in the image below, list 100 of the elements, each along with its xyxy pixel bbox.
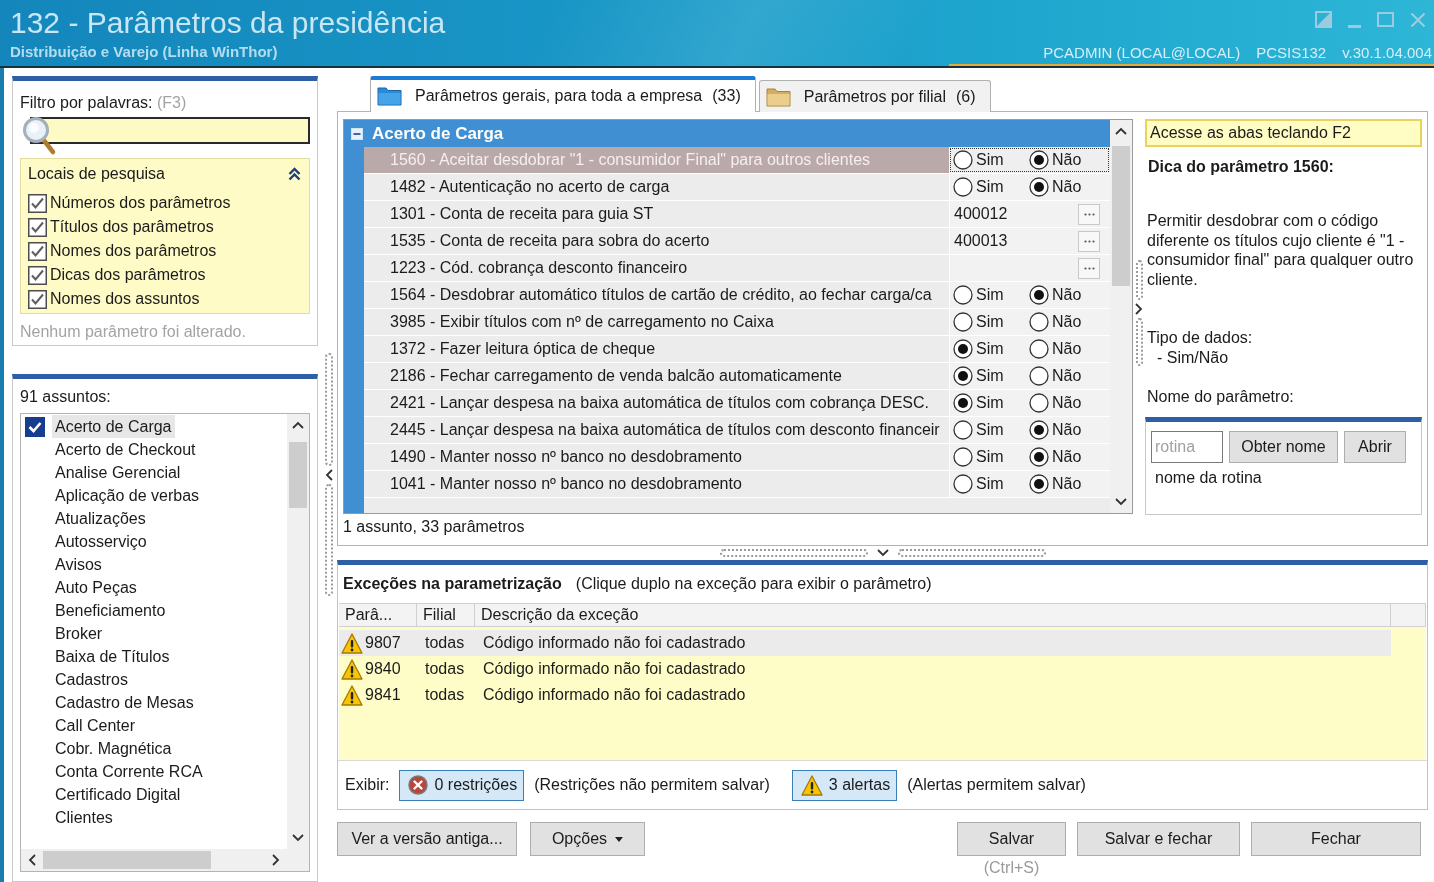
subject-item[interactable]: Cadastros — [52, 668, 131, 691]
radio-button[interactable] — [953, 339, 973, 359]
parameter-row[interactable]: 1564 - Desdobrar automático títulos de cartão de crédito, ao fechar carga/ca Sim Não — [364, 282, 1110, 309]
splitter-grip[interactable] — [324, 484, 333, 596]
splitter-grip[interactable] — [1135, 260, 1143, 300]
tab[interactable]: Parâmetros gerais, para toda a empresa (33) — [370, 76, 756, 112]
splitter-grip[interactable] — [898, 549, 1046, 557]
get-name-button[interactable]: Obter nome — [1229, 430, 1338, 463]
radio-button[interactable] — [953, 393, 973, 413]
chevron-up-icon[interactable] — [292, 421, 304, 429]
parameter-row[interactable]: 1372 - Fazer leitura óptica de cheque Sim Não — [364, 336, 1110, 363]
double-chevron-up-icon[interactable] — [288, 167, 301, 181]
options-menu-button[interactable]: Opções — [530, 822, 645, 856]
subject-item[interactable]: Cadastro de Mesas — [52, 691, 197, 714]
checkbox[interactable] — [28, 193, 47, 213]
parameter-row[interactable]: 1482 - Autenticação no acerto de carga Sim Não — [364, 174, 1110, 201]
checkbox[interactable] — [25, 416, 45, 437]
chevron-right-icon[interactable] — [272, 854, 280, 866]
radio-button[interactable] — [1029, 339, 1049, 359]
checkbox[interactable] — [28, 241, 47, 261]
scrollbar[interactable] — [1110, 120, 1132, 513]
parameter-row[interactable]: 1535 - Conta de receita para sobra do acerto 400013 — [364, 228, 1110, 255]
parameter-row[interactable]: 2186 - Fechar carregamento de venda balcão automaticamente Sim Não — [364, 363, 1110, 390]
parameter-row[interactable]: 1560 - Aceitar desdobrar "1 - consumidor Final" para outros clientes Sim Não — [364, 147, 1110, 174]
radio-button[interactable] — [1029, 177, 1049, 197]
scrollbar[interactable] — [21, 849, 287, 871]
chevron-up-icon[interactable] — [1115, 127, 1127, 135]
parameter-row[interactable]: 3985 - Exibir títulos com nº de carregamento no Caixa Sim Não — [364, 309, 1110, 336]
parameter-row[interactable]: 1041 - Manter nosso nº banco no desdobramento Sim Não — [364, 471, 1110, 498]
scrollbar[interactable] — [287, 414, 309, 849]
chevron-left-icon[interactable] — [324, 469, 333, 481]
subject-item[interactable]: Baixa de Títulos — [52, 645, 173, 668]
parameter-row[interactable]: 1301 - Conta de receita para guia ST 400012 — [364, 201, 1110, 228]
subject-item[interactable]: Avisos — [52, 553, 105, 576]
subject-item[interactable]: Analise Gerencial — [52, 461, 184, 484]
subject-item[interactable]: Autosserviço — [52, 530, 150, 553]
chevron-right-icon[interactable] — [1135, 303, 1143, 315]
radio-button[interactable] — [1029, 393, 1049, 413]
parameter-row[interactable]: 1223 - Cód. cobrança desconto financeiro — [364, 255, 1110, 282]
parameter-row[interactable]: 1490 - Manter nosso nº banco no desdobramento Sim Não — [364, 444, 1110, 471]
subject-item[interactable]: Clientes — [52, 806, 116, 829]
search-field[interactable] — [30, 117, 310, 144]
exception-row[interactable]: 9841 todas Código informado não foi cadastrado — [339, 682, 1391, 708]
subject-item[interactable]: Atualizações — [52, 507, 149, 530]
subject-item[interactable]: Call Center — [52, 714, 139, 737]
radio-button[interactable] — [953, 420, 973, 440]
radio-button[interactable] — [953, 177, 973, 197]
subject-item[interactable]: Acerto de Carga — [52, 415, 175, 438]
subject-item[interactable]: Conta Corrente RCA — [52, 760, 206, 783]
parameter-row[interactable]: 2445 - Lançar despesa na baixa automática de títulos com desconto financeir Sim Não — [364, 417, 1110, 444]
radio-button[interactable] — [953, 312, 973, 332]
chevron-down-icon[interactable] — [292, 834, 304, 842]
close-button[interactable]: Fechar — [1251, 822, 1421, 856]
subject-item[interactable]: Acerto de Checkout — [52, 438, 199, 461]
radio-button[interactable] — [1029, 312, 1049, 332]
radio-button[interactable] — [953, 447, 973, 467]
subject-item[interactable]: Aplicação de verbas — [52, 484, 203, 507]
splitter-grip[interactable] — [324, 353, 333, 466]
scrollbar-thumb[interactable] — [1112, 146, 1130, 286]
subject-item[interactable]: Beneficiamento — [52, 599, 169, 622]
chevron-down-icon[interactable] — [1115, 498, 1127, 506]
checkbox[interactable] — [28, 265, 47, 285]
routine-field[interactable]: rotina — [1151, 430, 1223, 463]
parameter-row[interactable]: 2421 - Lançar despesa na baixa automática de títulos com cobrança DESC. Sim Não — [364, 390, 1110, 417]
radio-button[interactable] — [1029, 420, 1049, 440]
radio-button[interactable] — [1029, 285, 1049, 305]
chevron-left-icon[interactable] — [28, 854, 36, 866]
scrollbar-thumb[interactable] — [289, 442, 307, 508]
minus-box-icon[interactable] — [351, 127, 363, 140]
scrollbar-thumb[interactable] — [43, 851, 211, 869]
radio-button[interactable] — [953, 474, 973, 494]
radio-button[interactable] — [1029, 150, 1049, 170]
filter-toggle-button[interactable]: 3 alertas — [791, 769, 898, 801]
old-version-button[interactable]: Ver a versão antiga... — [337, 822, 517, 856]
column-header[interactable]: Descrição da exceção — [475, 604, 1391, 626]
splitter-grip[interactable] — [1135, 318, 1143, 366]
subject-item[interactable]: Broker — [52, 622, 106, 645]
checkbox[interactable] — [28, 217, 47, 237]
radio-button[interactable] — [953, 366, 973, 386]
checkbox[interactable] — [28, 289, 47, 309]
open-button[interactable]: Abrir — [1344, 430, 1406, 463]
column-header[interactable]: Parâ... — [339, 604, 417, 626]
column-header[interactable]: Filial — [417, 604, 475, 626]
subject-item[interactable]: Certificado Digital — [52, 783, 184, 806]
exception-row[interactable]: 9840 todas Código informado não foi cadastrado — [339, 656, 1391, 682]
radio-button[interactable] — [953, 285, 973, 305]
save-button[interactable]: Salvar — [957, 822, 1066, 856]
subject-item[interactable]: Auto Peças — [52, 576, 140, 599]
chevron-down-icon[interactable] — [877, 549, 889, 557]
subject-item[interactable]: Cobr. Magnética — [52, 737, 175, 760]
parameter-label: 1223 - Cód. cobrança desconto financeiro — [389, 258, 689, 278]
radio-button[interactable] — [1029, 447, 1049, 467]
exception-row[interactable]: 9807 todas Código informado não foi cadastrado — [339, 630, 1391, 656]
radio-button[interactable] — [953, 150, 973, 170]
save-and-close-button[interactable]: Salvar e fechar — [1077, 822, 1240, 856]
splitter-grip[interactable] — [720, 549, 868, 557]
radio-button[interactable] — [1029, 474, 1049, 494]
radio-button[interactable] — [1029, 366, 1049, 386]
filter-toggle-button[interactable]: 0 restrições — [399, 769, 525, 801]
tab[interactable]: Parâmetros por filial (6) — [758, 80, 991, 112]
